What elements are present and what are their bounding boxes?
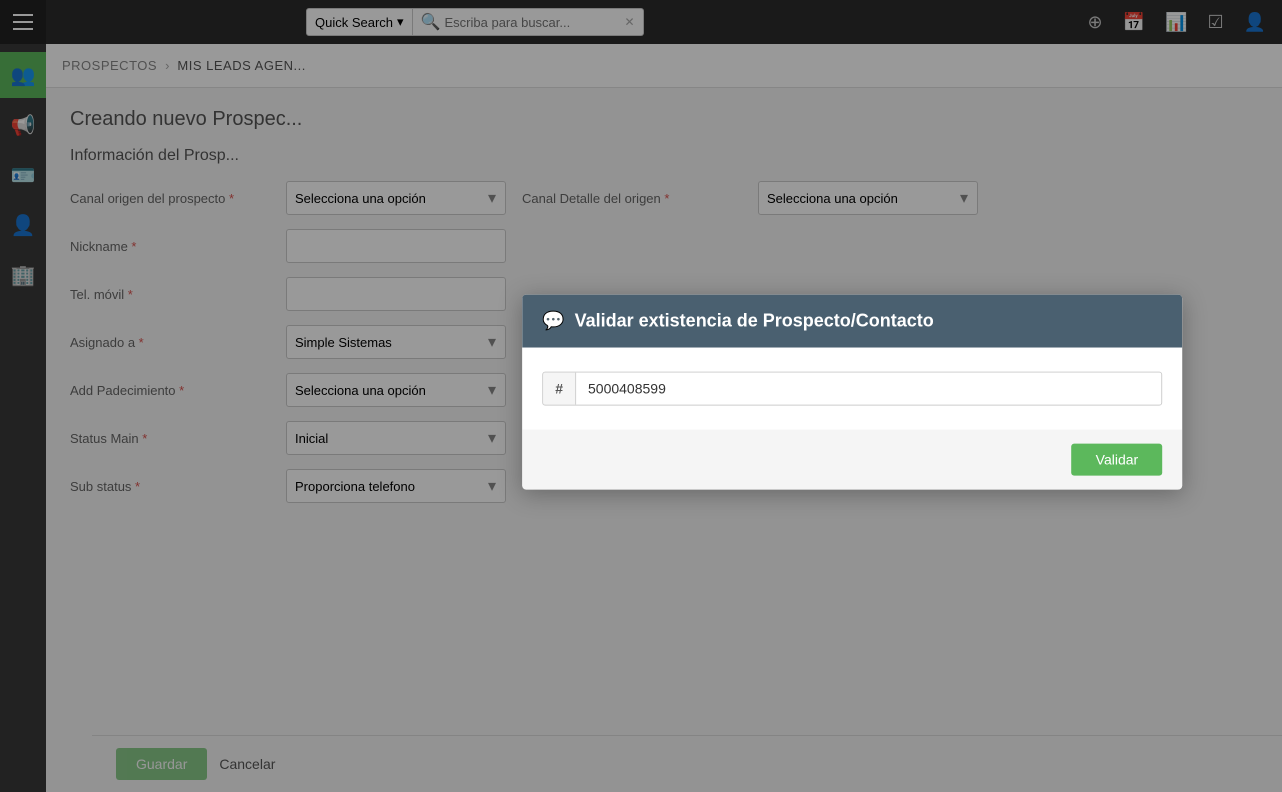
validate-button[interactable]: Validar [1072,444,1163,476]
modal-hash-symbol: # [543,373,576,405]
modal-footer: Validar [522,430,1182,490]
modal-id-input[interactable] [576,373,1161,405]
modal-validate-prospect: 💬 Validar extistencia de Prospecto/Conta… [522,295,1182,490]
modal-input-row: # [542,372,1162,406]
modal-body: # [522,348,1182,430]
modal-title: Validar extistencia de Prospecto/Contact… [575,311,934,332]
modal-header: 💬 Validar extistencia de Prospecto/Conta… [522,295,1182,348]
modal-chat-icon: 💬 [542,311,564,332]
